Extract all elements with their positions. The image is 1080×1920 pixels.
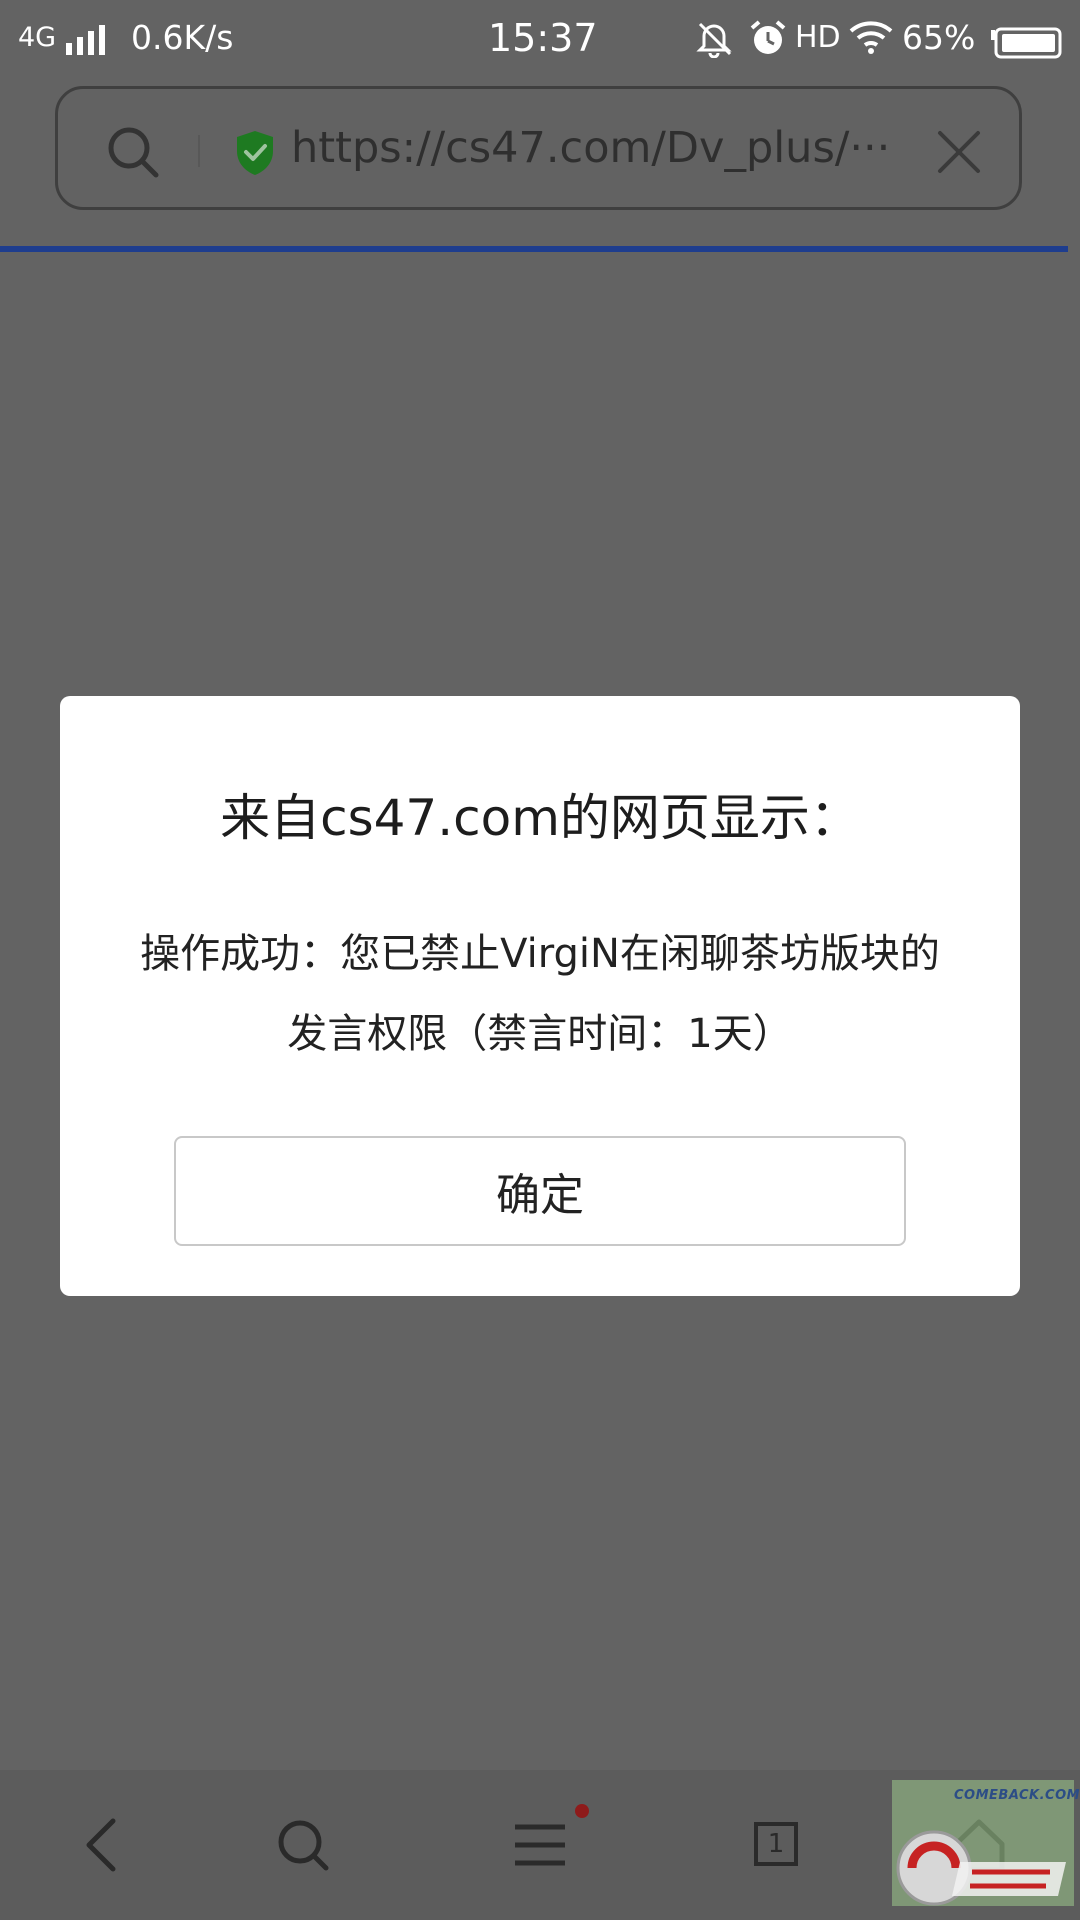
hd-indicator: HD <box>795 20 841 55</box>
alarm-icon <box>748 18 788 71</box>
close-icon[interactable] <box>936 129 982 179</box>
battery-icon <box>990 24 1062 72</box>
ok-button[interactable]: 确定 <box>174 1136 906 1246</box>
dialog-message: 操作成功：您已禁止VirgiN在闲聊茶坊版块的 发言权限（禁言时间：1天） <box>90 914 990 1074</box>
silent-icon <box>694 18 734 71</box>
battery-percent: 65% <box>902 18 976 57</box>
search-icon[interactable] <box>106 125 160 183</box>
page-load-progress <box>0 246 1068 252</box>
menu-icon <box>515 1824 565 1866</box>
dialog-message-line: 操作成功：您已禁止VirgiN在闲聊茶坊版块的 <box>140 931 940 977</box>
notification-dot <box>575 1804 589 1818</box>
watermark-text: COMEBACK.COM <box>954 1788 1080 1803</box>
alert-dialog: 来自cs47.com的网页显示： 操作成功：您已禁止VirgiN在闲聊茶坊版块的… <box>60 696 1020 1296</box>
tabs-icon[interactable]: 1 <box>754 1822 798 1866</box>
divider <box>198 135 200 167</box>
address-bar[interactable]: https://cs47.com/Dv_plus/··· <box>55 86 1022 210</box>
signal-icon <box>62 22 110 70</box>
search-icon <box>278 1820 329 1871</box>
dialog-title: 来自cs47.com的网页显示： <box>220 789 860 847</box>
wifi-icon <box>849 20 893 68</box>
status-bar: 4G 0.6K/s 15:37 HD 65% <box>0 0 1080 76</box>
clock: 15:37 <box>488 16 598 60</box>
dialog-message-line: 发言权限（禁言时间：1天） <box>287 1011 793 1057</box>
back-icon <box>86 1818 116 1872</box>
menu-button[interactable] <box>485 1770 595 1920</box>
url-text[interactable]: https://cs47.com/Dv_plus/··· <box>291 120 951 176</box>
network-type: 4G <box>18 22 57 53</box>
watermark-logo: COMEBACK.COM <box>890 1772 1080 1914</box>
search-button[interactable] <box>248 1770 358 1920</box>
back-button[interactable] <box>46 1770 156 1920</box>
secure-shield-icon <box>234 129 276 181</box>
network-speed: 0.6K/s <box>131 18 234 57</box>
